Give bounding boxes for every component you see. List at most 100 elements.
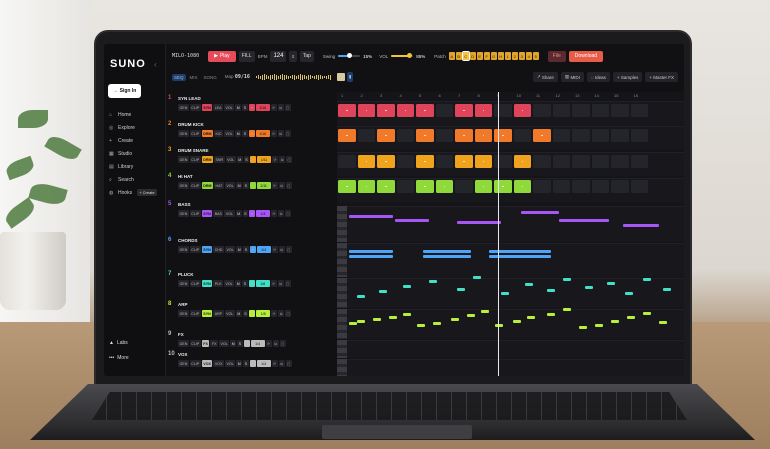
piano-roll-note[interactable] — [379, 290, 387, 293]
clip-button[interactable]: CLIP — [189, 104, 201, 111]
gen-button[interactable]: GEN — [178, 104, 189, 111]
vol-button[interactable]: VOL — [223, 280, 235, 287]
more-icon[interactable]: ▢ — [285, 360, 292, 367]
piano-roll-note[interactable] — [547, 289, 555, 292]
randomize-icon[interactable]: ⟳ — [271, 182, 278, 189]
step-cell[interactable] — [455, 155, 473, 168]
step-cell[interactable] — [416, 155, 434, 168]
step-length-select[interactable]: 1/11 — [257, 156, 272, 163]
more-icon[interactable]: ▢ — [285, 246, 292, 253]
solo-button[interactable]: S — [243, 182, 249, 189]
bpm-input[interactable]: 124 — [270, 50, 287, 62]
piano-roll-note[interactable] — [417, 324, 425, 327]
sidebar-item-create[interactable]: + Create — [109, 134, 165, 147]
volume-slider-knob[interactable] — [407, 53, 413, 58]
patch-button[interactable]: 3 — [518, 52, 525, 60]
patch-button[interactable]: E — [476, 52, 483, 60]
solo-button[interactable]: S — [243, 360, 249, 367]
step-cell[interactable] — [533, 155, 551, 168]
samples-button[interactable]: + Samples — [612, 72, 643, 82]
gen-button[interactable]: GEN — [178, 280, 189, 287]
instrument-type-badge[interactable]: SYN — [201, 246, 213, 253]
sidebar-item-library[interactable]: ▤ Library — [109, 160, 165, 173]
piano-roll-note[interactable] — [457, 288, 465, 291]
track-name[interactable]: PLUCK — [178, 272, 194, 277]
download-button[interactable]: Download — [568, 50, 604, 62]
more-icon[interactable]: ▢ — [284, 280, 291, 287]
step-cell[interactable] — [357, 155, 375, 168]
avatar[interactable] — [336, 73, 345, 81]
piano-roll-note[interactable] — [373, 318, 381, 321]
clip-button[interactable]: CLIP — [189, 310, 201, 317]
copy-icon[interactable]: ⧉ — [277, 104, 284, 111]
step-cell[interactable] — [572, 104, 590, 117]
mute-button[interactable]: M — [235, 104, 242, 111]
vol-button[interactable]: VOL — [218, 340, 230, 347]
play-button[interactable]: ▶ Play — [208, 50, 236, 62]
track-color-swatch[interactable]: ↗ — [249, 182, 256, 189]
mute-button[interactable]: M — [235, 130, 242, 137]
step-cell[interactable] — [474, 129, 492, 142]
randomize-icon[interactable]: ⟳ — [265, 340, 272, 347]
info-icon[interactable]: ▮ — [346, 72, 354, 82]
step-cell[interactable] — [591, 104, 609, 117]
step-cell[interactable] — [377, 129, 395, 142]
piano-roll-note[interactable] — [525, 283, 533, 286]
piano-roll-note[interactable] — [547, 313, 555, 316]
patch-button[interactable]: 1 — [504, 52, 511, 60]
piano-roll-note[interactable] — [579, 326, 587, 329]
step-cell[interactable] — [377, 180, 395, 193]
piano-roll-note[interactable] — [607, 282, 615, 285]
piano-keys[interactable] — [337, 278, 347, 308]
piano-roll-note[interactable] — [433, 322, 441, 325]
step-cell[interactable] — [611, 155, 629, 168]
track-color-swatch[interactable]: ↗ — [249, 310, 256, 317]
preset-select[interactable]: HAT — [213, 182, 224, 189]
randomize-icon[interactable]: ⟳ — [271, 210, 277, 217]
fill-button[interactable]: FILL — [238, 50, 255, 62]
clip-button[interactable]: CLIP — [189, 360, 201, 367]
step-cell[interactable] — [416, 129, 434, 142]
randomize-icon[interactable]: ⟳ — [271, 246, 278, 253]
step-cell[interactable] — [611, 129, 629, 142]
track-row[interactable]: 1 SYN LEAD GEN CLIP SYN LEA VOL M S ↗ 1/… — [166, 92, 336, 118]
track-row[interactable]: 9 FX GEN CLIP FX FX VOL M S ↗ 1/4 ⟳ ⧉ ▢ — [166, 328, 336, 348]
instrument-type-badge[interactable]: DRM — [201, 182, 213, 189]
track-name[interactable]: SYN LEAD — [178, 96, 201, 101]
step-cell[interactable] — [338, 104, 356, 117]
piano-roll-note[interactable] — [357, 320, 365, 323]
sidebar-item-explore[interactable]: ◎ Explore — [109, 121, 165, 134]
piano-roll-note[interactable] — [473, 276, 481, 279]
ideas-button[interactable]: ◌ Ideas — [586, 72, 610, 82]
more-icon[interactable]: ▢ — [279, 340, 286, 347]
track-color-swatch[interactable]: ↗ — [249, 246, 256, 253]
step-cell[interactable] — [377, 155, 395, 168]
randomize-icon[interactable]: ⟳ — [271, 360, 278, 367]
vol-button[interactable]: VOL — [224, 310, 235, 317]
instrument-type-badge[interactable]: VOX — [201, 360, 213, 367]
step-length-select[interactable]: 1/4 — [250, 340, 265, 347]
more-icon[interactable]: ▢ — [285, 310, 292, 317]
step-cell[interactable] — [396, 155, 414, 168]
piano-roll-note[interactable] — [501, 292, 509, 295]
step-cell[interactable] — [552, 155, 570, 168]
step-cell[interactable] — [435, 129, 453, 142]
step-cell[interactable] — [416, 180, 434, 193]
patch-button[interactable]: 4 — [525, 52, 532, 60]
step-cell[interactable] — [552, 129, 570, 142]
step-length-select[interactable]: 1/4 — [256, 246, 271, 253]
mute-button[interactable]: M — [236, 360, 243, 367]
preset-select[interactable]: VOX — [213, 360, 224, 367]
step-cell[interactable] — [572, 155, 590, 168]
patch-button[interactable]: 2 — [511, 52, 518, 60]
randomize-icon[interactable]: ⟳ — [271, 310, 278, 317]
tab-mix[interactable]: MIX — [188, 74, 200, 81]
step-cell[interactable] — [572, 180, 590, 193]
step-cell[interactable] — [494, 180, 512, 193]
waveform-overview[interactable] — [255, 74, 331, 80]
step-cell[interactable] — [513, 104, 531, 117]
piano-roll-note[interactable] — [623, 224, 659, 227]
patch-button[interactable]: H — [497, 52, 504, 60]
piano-roll-note[interactable] — [389, 316, 397, 319]
tab-song[interactable]: SONG — [202, 74, 219, 81]
